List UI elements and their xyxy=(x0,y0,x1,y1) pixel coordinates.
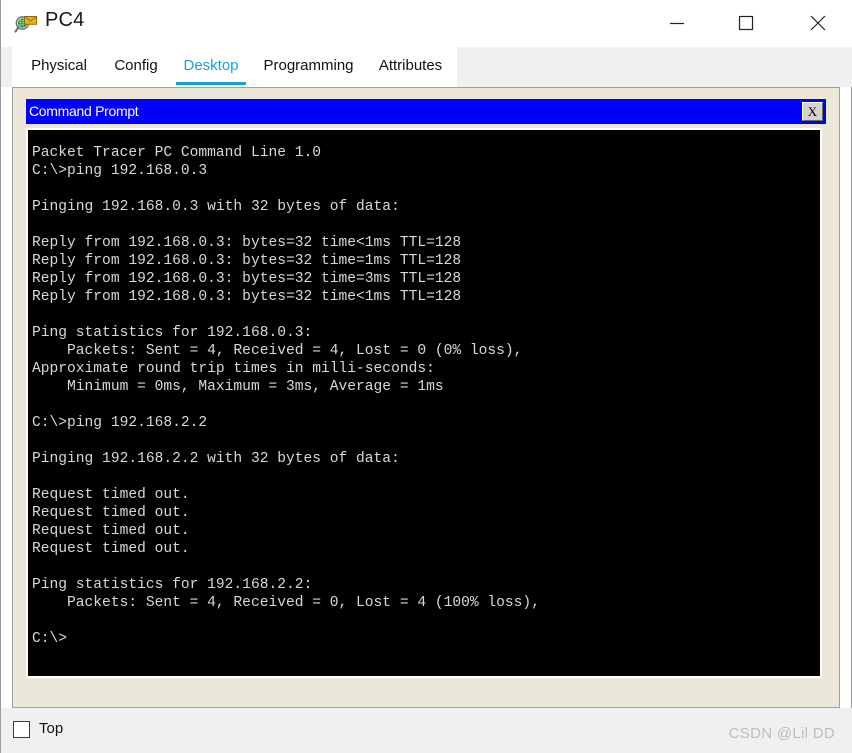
command-prompt-titlebar: Command Prompt X xyxy=(26,99,826,124)
command-prompt-close-button[interactable]: X xyxy=(802,102,823,121)
terminal-text: Packet Tracer PC Command Line 1.0 C:\>pi… xyxy=(32,145,540,647)
window-titlebar: PC4 xyxy=(1,0,852,48)
device-tabstrip: Physical Config Desktop Programming Attr… xyxy=(12,47,457,87)
command-prompt-window: Command Prompt X Packet Tracer PC Comman… xyxy=(26,99,826,686)
tab-programming[interactable]: Programming xyxy=(257,47,360,87)
tab-config[interactable]: Config xyxy=(107,47,165,87)
top-checkbox-label: Top xyxy=(39,720,64,737)
desktop-panel: Command Prompt X Packet Tracer PC Comman… xyxy=(12,87,840,708)
tab-attributes[interactable]: Attributes xyxy=(371,47,450,87)
command-prompt-title: Command Prompt xyxy=(29,103,139,119)
maximize-icon[interactable] xyxy=(723,0,769,46)
pc-device-window: PC4 Physical Config Desktop Programming … xyxy=(0,0,852,753)
minimize-icon[interactable] xyxy=(654,0,700,46)
window-title: PC4 xyxy=(45,9,85,31)
terminal-output-area[interactable]: Packet Tracer PC Command Line 1.0 C:\>pi… xyxy=(26,128,822,678)
footer-bar xyxy=(1,708,852,753)
tab-physical[interactable]: Physical xyxy=(23,47,95,87)
close-icon[interactable] xyxy=(795,0,841,46)
tab-desktop[interactable]: Desktop xyxy=(176,47,246,87)
watermark-text: CSDN @Lil DD xyxy=(728,725,835,742)
top-checkbox[interactable] xyxy=(13,721,30,738)
pc-device-icon xyxy=(14,12,38,36)
